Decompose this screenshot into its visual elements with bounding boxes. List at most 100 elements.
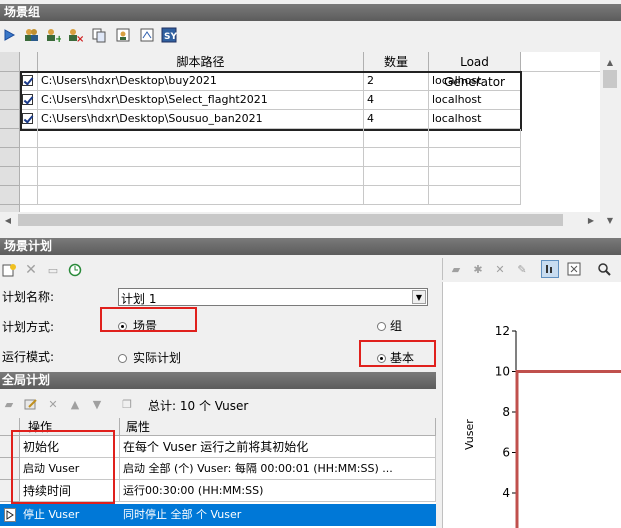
property-cell[interactable]: 运行00:30:00 (HH:MM:SS)	[120, 480, 436, 502]
chart-series-line	[515, 370, 621, 528]
svg-text:SY: SY	[164, 32, 177, 42]
row-header[interactable]	[0, 129, 20, 148]
chart-y-tick-label: 8	[502, 405, 510, 419]
column-header-spacer	[521, 52, 600, 72]
property-cell[interactable]: 同时停止 全部 个 Vuser	[123, 504, 435, 526]
arrow-down-icon[interactable]: ▼	[88, 395, 106, 413]
panel-divider[interactable]	[436, 258, 442, 528]
scene-group-title: 场景组	[4, 5, 41, 19]
add-user-icon[interactable]: +	[44, 26, 62, 44]
column-header-load-generator[interactable]: Load Generator	[429, 52, 521, 89]
global-plan-header: 全局计划	[0, 372, 436, 389]
row-header[interactable]	[0, 167, 20, 186]
empty-cell[interactable]	[429, 148, 521, 167]
row-header[interactable]	[0, 91, 20, 110]
graph-settings-icon[interactable]: ✱	[469, 260, 487, 278]
empty-cell[interactable]	[38, 129, 364, 148]
copy-action-icon[interactable]: ❐	[118, 395, 136, 413]
play-icon[interactable]	[0, 26, 18, 44]
scroll-left-icon[interactable]: ◀	[0, 212, 16, 228]
column-header-count[interactable]: 数量	[364, 52, 429, 72]
selection-outline	[20, 71, 522, 131]
column-header-property[interactable]: 属性	[120, 418, 436, 436]
script-icon[interactable]	[138, 26, 156, 44]
row-header[interactable]	[0, 110, 20, 129]
plan-method-group-radio[interactable]: 组	[377, 317, 402, 334]
highlight-box	[100, 307, 197, 332]
rename-icon[interactable]: ▭	[44, 261, 62, 279]
remove-user-icon[interactable]: ×	[66, 26, 84, 44]
chart-y-tick-label: 12	[495, 324, 510, 338]
highlight-box	[11, 430, 115, 504]
scroll-thumb[interactable]	[18, 214, 563, 226]
empty-cell[interactable]	[38, 167, 364, 186]
empty-cell[interactable]	[20, 148, 38, 167]
graph-view-icon[interactable]	[541, 260, 559, 278]
property-cell[interactable]: 在每个 Vuser 运行之前将其初始化	[120, 436, 436, 458]
graph-panel: 12 10 8 6 4 Vuser	[442, 282, 621, 528]
empty-cell[interactable]	[20, 186, 38, 205]
row-header[interactable]	[0, 148, 20, 167]
chart-y-tick-label: 10	[495, 365, 510, 379]
chart-y-tick-label: 6	[502, 446, 510, 460]
column-header-script-path[interactable]: 脚本路径	[38, 52, 364, 72]
scene-group-hscrollbar[interactable]: ◀ ▶ ▼	[0, 212, 621, 228]
highlight-box	[359, 340, 436, 367]
graph-fit-icon[interactable]	[565, 260, 583, 278]
empty-cell[interactable]	[20, 129, 38, 148]
row-header[interactable]	[0, 205, 20, 212]
edit-action-icon[interactable]	[22, 395, 40, 413]
graph-folder-icon[interactable]: ▰	[447, 260, 465, 278]
users-icon[interactable]	[22, 26, 40, 44]
scene-group-vscrollbar[interactable]: ▲	[600, 52, 621, 212]
global-plan-toolbar: ▰ ✕ ▲ ▼ ❐ 总计: 10 个 Vuser	[0, 394, 436, 414]
run-mode-actual-radio[interactable]: 实际计划	[118, 349, 181, 366]
empty-cell[interactable]	[364, 167, 429, 186]
radio-unselected-icon[interactable]	[377, 322, 386, 331]
scene-plan-title: 场景计划	[4, 239, 53, 253]
row-header[interactable]	[0, 72, 20, 91]
chart-y-label: Vuser	[463, 419, 476, 450]
scene-group-header: 场景组	[0, 4, 621, 21]
empty-cell[interactable]	[38, 148, 364, 167]
empty-cell[interactable]	[364, 186, 429, 205]
remove-action-icon[interactable]: ✕	[44, 395, 62, 413]
svg-text:+: +	[55, 34, 61, 43]
graph-pencil-icon[interactable]: ✎	[513, 260, 531, 278]
total-vuser-text: 总计: 10 个 Vuser	[148, 399, 249, 413]
chevron-down-icon[interactable]: ▼	[412, 290, 426, 304]
property-cell[interactable]: 启动 全部 (个) Vuser: 每隔 00:00:01 (HH:MM:SS) …	[120, 458, 436, 480]
empty-cell[interactable]	[38, 186, 364, 205]
empty-cell[interactable]	[364, 129, 429, 148]
scene-plan-header: 场景计划	[0, 238, 621, 255]
scroll-down-icon[interactable]: ▼	[602, 212, 618, 228]
copy-icon[interactable]	[90, 26, 108, 44]
graph-remove-icon[interactable]: ✕	[491, 260, 509, 278]
plan-name-select[interactable]: 计划 1 ▼	[118, 288, 428, 306]
empty-cell[interactable]	[429, 186, 521, 205]
new-schedule-icon[interactable]	[0, 261, 18, 279]
empty-cell[interactable]	[429, 129, 521, 148]
delete-icon[interactable]: ✕	[22, 261, 40, 279]
empty-cell[interactable]	[20, 167, 38, 186]
scroll-up-icon[interactable]: ▲	[602, 54, 618, 70]
option-group-label: 组	[390, 319, 403, 333]
row-header[interactable]	[0, 186, 20, 205]
row-pointer-icon	[4, 508, 16, 522]
scroll-thumb[interactable]	[603, 70, 617, 88]
scroll-right-icon[interactable]: ▶	[583, 212, 599, 228]
plan-name-value: 计划 1	[121, 292, 157, 306]
plan-name-label: 计划名称:	[2, 290, 55, 304]
action-cell[interactable]: 停止 Vuser	[23, 504, 119, 526]
schedule-clock-icon[interactable]	[66, 261, 84, 279]
empty-cell[interactable]	[429, 167, 521, 186]
global-plan-table: 操作 属性 初始化 在每个 Vuser 运行之前将其初始化 启动 Vuser 启…	[0, 418, 436, 528]
radio-unselected-icon[interactable]	[118, 354, 127, 363]
vuser-chart: 12 10 8 6 4	[495, 324, 621, 528]
arrow-up-icon[interactable]: ▲	[66, 395, 84, 413]
folder-icon[interactable]: ▰	[0, 395, 18, 413]
sync-icon[interactable]: SY	[160, 26, 178, 44]
zoom-icon[interactable]	[595, 260, 613, 278]
user-details-icon[interactable]	[114, 26, 132, 44]
empty-cell[interactable]	[364, 148, 429, 167]
